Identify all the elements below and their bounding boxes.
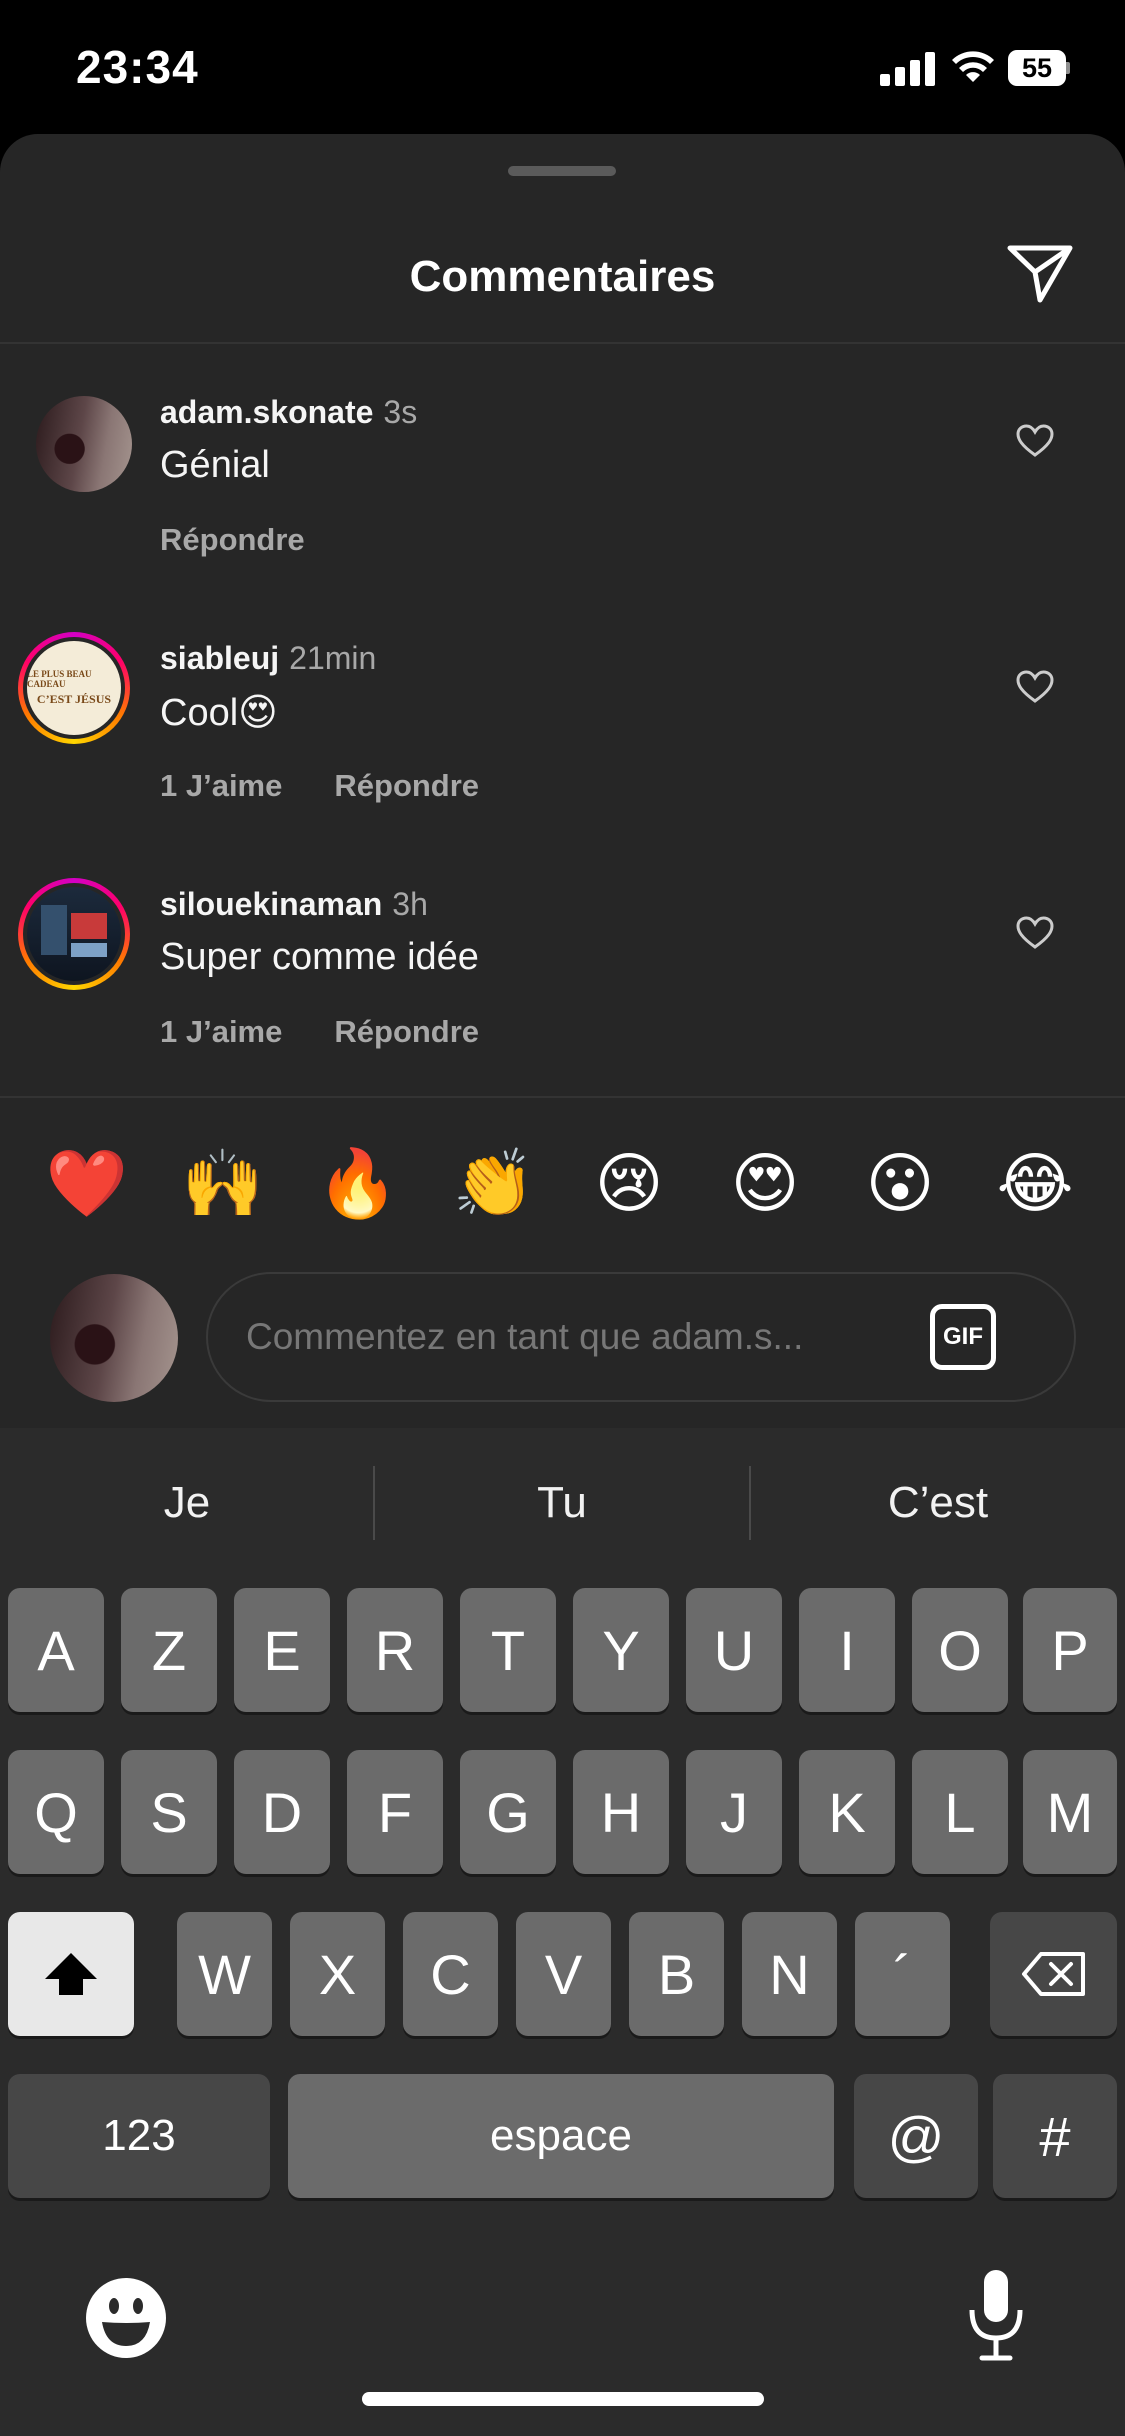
comment-username[interactable]: silouekinaman 3h — [160, 886, 428, 923]
comment-text: Génial — [160, 444, 270, 486]
status-time: 23:34 — [76, 41, 199, 93]
comment-item: silouekinaman 3h Super comme idée 1 J’aim… — [0, 866, 1125, 1096]
emoji-clap[interactable]: 👏 — [449, 1138, 539, 1228]
prediction-2[interactable]: Tu — [375, 1428, 749, 1578]
backspace-icon — [1021, 1952, 1085, 1996]
key-accent[interactable]: ´ — [855, 1912, 950, 2036]
shift-key[interactable] — [8, 1912, 134, 2036]
key-s[interactable]: S — [121, 1750, 217, 1874]
key-w[interactable]: W — [177, 1912, 272, 2036]
prediction-1[interactable]: Je — [0, 1428, 374, 1578]
cellular-signal-icon — [880, 52, 935, 86]
avatar-text: C’EST JÉSUS — [36, 692, 112, 706]
emoji-cry[interactable]: 😢 — [584, 1138, 674, 1228]
comments-sheet: Commentaires adam.skonate 3s Génial Répon… — [0, 134, 1125, 1429]
key-b[interactable]: B — [629, 1912, 724, 2036]
key-t[interactable]: T — [460, 1588, 556, 1712]
key-y[interactable]: Y — [573, 1588, 669, 1712]
comment-item: adam.skonate 3s Génial Répondre — [0, 374, 1125, 604]
key-o[interactable]: O — [912, 1588, 1008, 1712]
hash-key[interactable]: # — [993, 2074, 1117, 2198]
key-x[interactable]: X — [290, 1912, 385, 2036]
reply-button[interactable]: Répondre — [334, 768, 479, 804]
heart-outline-icon[interactable] — [1016, 916, 1054, 950]
key-n[interactable]: N — [742, 1912, 837, 2036]
numbers-key[interactable]: 123 — [8, 2074, 270, 2198]
gif-button[interactable]: GIF — [930, 1304, 996, 1370]
avatar-text: LE PLUS BEAU CADEAU — [27, 669, 92, 689]
sheet-title: Commentaires — [409, 252, 716, 301]
emoji-quick-bar: ❤️ 🙌 🔥 👏 😢 😍 😮 😂 — [0, 1138, 1125, 1248]
battery-icon: 55 — [1008, 50, 1070, 86]
backspace-key[interactable] — [990, 1912, 1117, 2036]
status-bar: 23:34 55 — [0, 0, 1125, 135]
key-k[interactable]: K — [799, 1750, 895, 1874]
comment-text: Cool😍 — [160, 692, 278, 734]
comment-item: LE PLUS BEAU CADEAU C’EST JÉSUS siableuj 2… — [0, 620, 1125, 850]
key-c[interactable]: C — [403, 1912, 498, 2036]
key-j[interactable]: J — [686, 1750, 782, 1874]
heart-outline-icon[interactable] — [1016, 670, 1054, 704]
comment-time: 3s — [383, 394, 418, 430]
at-key[interactable]: @ — [854, 2074, 978, 2198]
shift-icon — [45, 1953, 97, 1995]
key-z[interactable]: Z — [121, 1588, 217, 1712]
key-g[interactable]: G — [460, 1750, 556, 1874]
predictive-bar: Je Tu C’est — [0, 1428, 1125, 1578]
emoji-heart[interactable]: ❤️ — [42, 1138, 132, 1228]
comment-text: Super comme idée — [160, 936, 479, 978]
key-e[interactable]: E — [234, 1588, 330, 1712]
avatar[interactable]: LE PLUS BEAU CADEAU C’EST JÉSUS — [18, 632, 130, 744]
key-i[interactable]: I — [799, 1588, 895, 1712]
battery-level: 55 — [1021, 52, 1053, 83]
emoji-laugh[interactable]: 😂 — [990, 1138, 1080, 1228]
key-m[interactable]: M — [1023, 1750, 1117, 1874]
emoji-raised-hands[interactable]: 🙌 — [178, 1138, 268, 1228]
emoji-fire[interactable]: 🔥 — [313, 1138, 403, 1228]
key-a[interactable]: A — [8, 1588, 104, 1712]
reply-button[interactable]: Répondre — [160, 522, 305, 558]
likes-count[interactable]: 1 J’aime — [160, 1014, 282, 1050]
microphone-icon[interactable] — [966, 2268, 1026, 2364]
comment-username[interactable]: adam.skonate 3s — [160, 394, 417, 431]
home-indicator[interactable] — [362, 2392, 764, 2406]
avatar[interactable] — [36, 396, 132, 492]
divider — [0, 1096, 1125, 1098]
key-d[interactable]: D — [234, 1750, 330, 1874]
key-r[interactable]: R — [347, 1588, 443, 1712]
comment-input-box[interactable]: GIF — [206, 1272, 1076, 1402]
emoji-surprised[interactable]: 😮 — [855, 1138, 945, 1228]
comment-time: 21min — [289, 640, 377, 676]
key-u[interactable]: U — [686, 1588, 782, 1712]
key-h[interactable]: H — [573, 1750, 669, 1874]
key-l[interactable]: L — [912, 1750, 1008, 1874]
paper-plane-icon[interactable] — [1002, 234, 1078, 310]
current-user-avatar — [50, 1274, 178, 1402]
divider — [0, 342, 1125, 344]
comment-username[interactable]: siableuj 21min — [160, 640, 376, 677]
avatar[interactable] — [18, 878, 130, 990]
key-v[interactable]: V — [516, 1912, 611, 2036]
space-key[interactable]: espace — [288, 2074, 834, 2198]
keyboard: Je Tu C’est A Z E R T Y U I O P Q S D F … — [0, 1428, 1125, 2436]
key-q[interactable]: Q — [8, 1750, 104, 1874]
comment-time: 3h — [392, 886, 428, 922]
prediction-3[interactable]: C’est — [751, 1428, 1125, 1578]
reply-button[interactable]: Répondre — [334, 1014, 479, 1050]
comment-input[interactable] — [246, 1274, 886, 1400]
wifi-icon — [952, 51, 994, 82]
heart-outline-icon[interactable] — [1016, 424, 1054, 458]
key-f[interactable]: F — [347, 1750, 443, 1874]
likes-count[interactable]: 1 J’aime — [160, 768, 282, 804]
sheet-grabber[interactable] — [508, 166, 616, 176]
key-p[interactable]: P — [1023, 1588, 1117, 1712]
emoji-face-icon[interactable] — [84, 2276, 168, 2360]
emoji-heart-eyes[interactable]: 😍 — [720, 1138, 810, 1228]
